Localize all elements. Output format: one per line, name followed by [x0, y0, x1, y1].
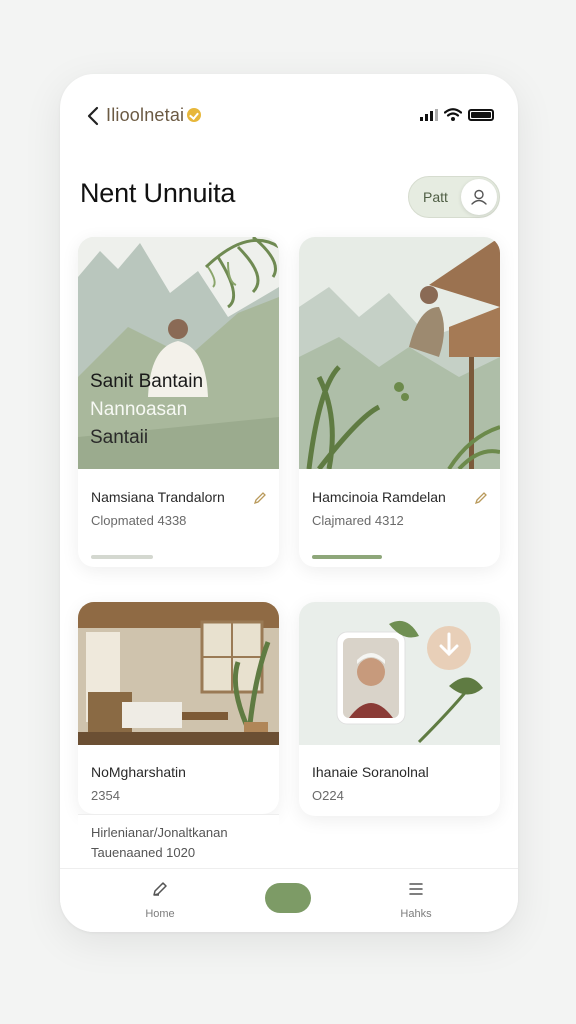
- profile-knob[interactable]: [461, 179, 497, 215]
- wifi-icon: [444, 108, 462, 121]
- bottom-nav: Home Hahks: [60, 868, 518, 932]
- card-4-title: Ihanaie Soranolnal: [312, 764, 429, 780]
- card-3-title: NoMgharshatin: [91, 764, 186, 780]
- card-3-image: [78, 602, 279, 745]
- card-1[interactable]: Sanit Bantain Nannoasan Santaii Namsiana…: [78, 237, 279, 567]
- card-1-overlay-line-1: Sanit Bantain: [90, 371, 204, 392]
- card-4-subtitle: O224: [312, 788, 344, 803]
- edit-icon[interactable]: [474, 491, 488, 505]
- brand-label: Ilioolnetai: [106, 105, 185, 125]
- brand-name: Ilioolnetai: [106, 105, 202, 126]
- list-icon: [409, 883, 423, 895]
- nav-other-label: Hahks: [400, 908, 432, 920]
- add-button[interactable]: [265, 883, 311, 913]
- page-title: Nent Unnuita: [80, 178, 236, 208]
- card-3-extra-subtitle: Tauenaaned 1020: [91, 845, 196, 860]
- card-2-image: [299, 237, 500, 469]
- signal-icon: [420, 108, 438, 121]
- user-icon: [471, 189, 487, 205]
- verified-badge-icon: [187, 108, 202, 122]
- toggle-label: Patt: [423, 189, 448, 205]
- card-4[interactable]: Ihanaie Soranolnal O224: [299, 602, 500, 816]
- status-icons: [420, 108, 494, 121]
- card-1-title: Namsiana Trandalorn: [91, 489, 225, 505]
- card-2-subtitle: Clajmared 4312: [312, 513, 404, 528]
- edit-icon[interactable]: [253, 491, 267, 505]
- card-2[interactable]: Hamcinoia Ramdelan Clajmared 4312: [299, 237, 500, 567]
- card-3-footer[interactable]: Hirlenianar/Jonaltkanan Tauenaaned 1020: [78, 814, 279, 870]
- nav-home-label: Home: [145, 908, 175, 920]
- card-1-subtitle: Clopmated 4338: [91, 513, 187, 528]
- card-1-overlay-line-2: Nannoasan: [90, 399, 188, 420]
- top-bar: Ilioolnetai: [60, 96, 518, 136]
- nav-other[interactable]: Hahks: [376, 879, 456, 920]
- view-toggle[interactable]: Patt: [408, 176, 500, 218]
- battery-icon: [468, 108, 494, 121]
- card-1-overlay-line-3: Santaii: [90, 427, 149, 448]
- card-2-title: Hamcinoia Ramdelan: [312, 489, 446, 505]
- card-1-progress: [91, 555, 153, 559]
- chevron-left-icon: [87, 106, 99, 126]
- back-button[interactable]: [82, 102, 106, 130]
- card-4-image: [299, 602, 500, 745]
- nav-home[interactable]: Home: [120, 879, 200, 920]
- card-3[interactable]: NoMgharshatin 2354: [78, 602, 279, 814]
- card-3-subtitle: 2354: [91, 788, 120, 803]
- card-2-progress: [312, 555, 382, 559]
- phone-frame: Ilioolnetai Nent Unnuita Patt Sanit Bant…: [60, 74, 518, 932]
- pencil-icon: [153, 882, 167, 896]
- card-3-extra-title: Hirlenianar/Jonaltkanan: [91, 825, 228, 840]
